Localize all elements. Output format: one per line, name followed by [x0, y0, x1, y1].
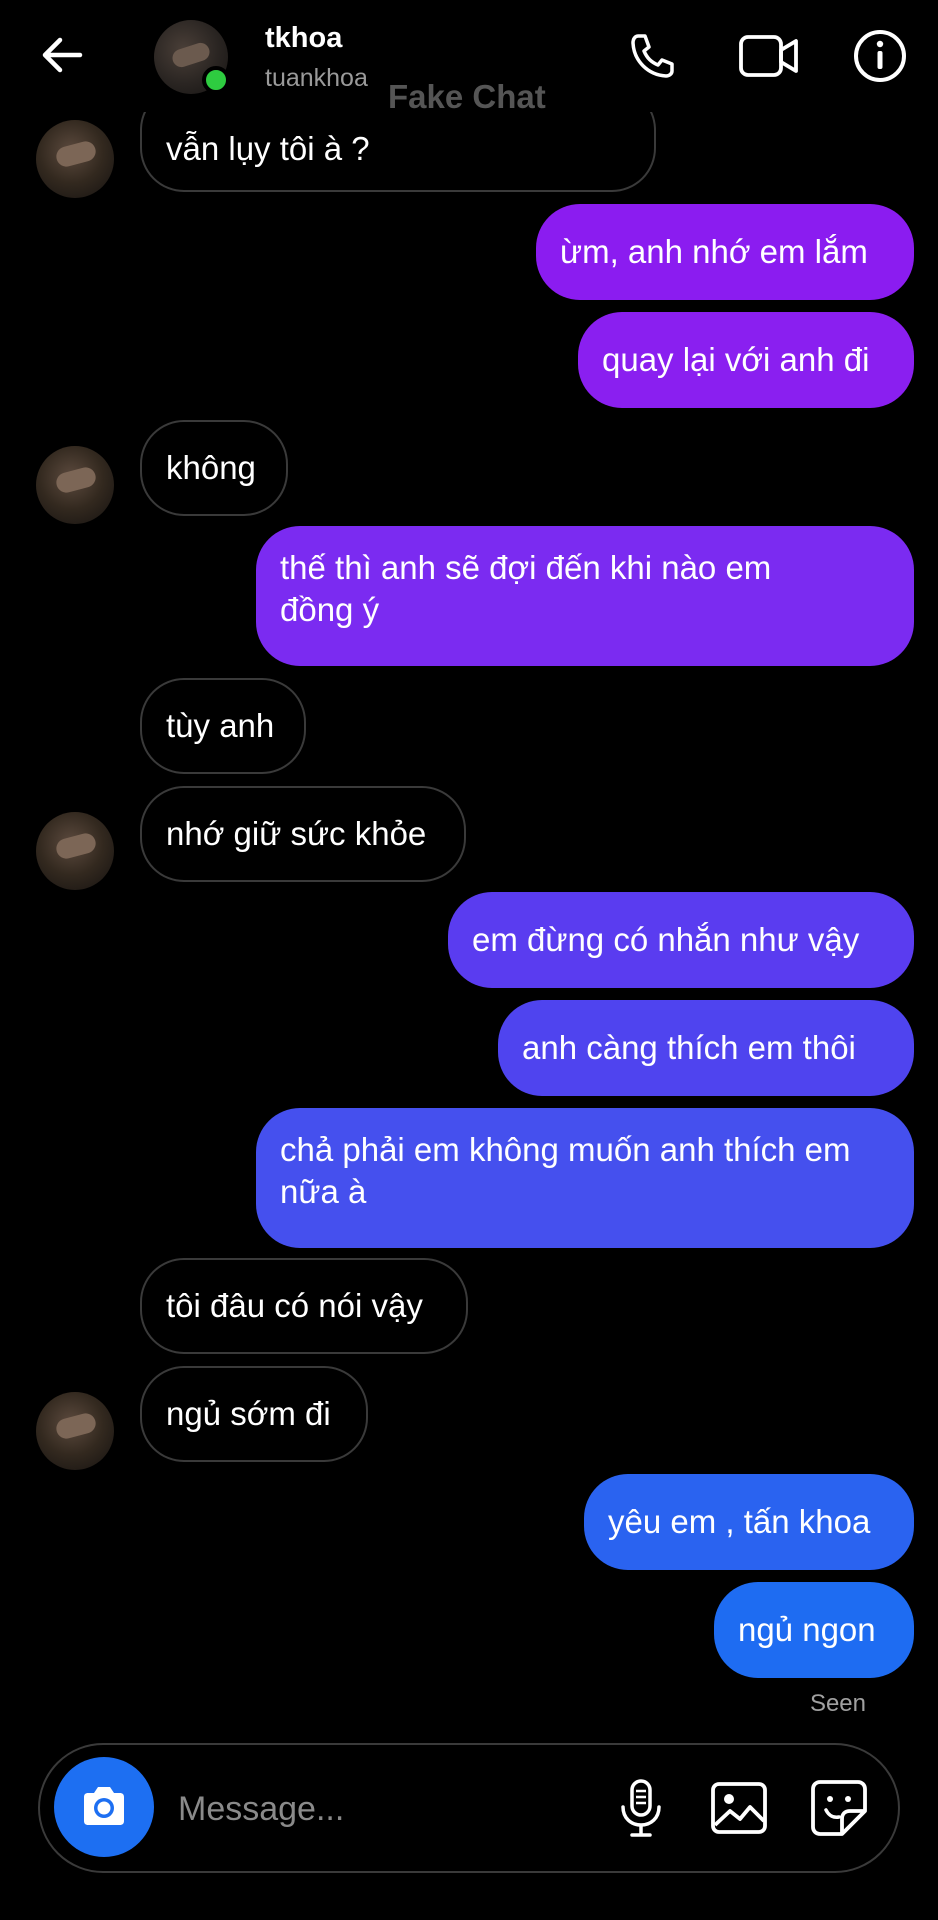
voice-message-button[interactable]: [610, 1777, 672, 1839]
message-bubble-incoming[interactable]: nhớ giữ sức khỏe: [140, 786, 466, 882]
message-text: ngủ ngon: [738, 1611, 876, 1648]
sender-avatar[interactable]: [36, 120, 114, 198]
message-text: anh càng thích em thôi: [522, 1029, 856, 1066]
message-text: thế thì anh sẽ đợi đến khi nào em đồng ý: [280, 549, 772, 628]
message-bubble-outgoing[interactable]: anh càng thích em thôi: [498, 1000, 914, 1096]
back-arrow-icon: [42, 37, 83, 73]
camera-button[interactable]: [54, 1757, 154, 1857]
watermark: Fake Chat: [388, 78, 546, 115]
message-bubble-outgoing[interactable]: ngủ ngon: [714, 1582, 914, 1678]
info-button[interactable]: [852, 28, 908, 84]
message-bubble-outgoing[interactable]: quay lại với anh đi: [578, 312, 914, 408]
message-text: không: [166, 449, 256, 486]
message-text: yêu em , tấn khoa: [608, 1503, 871, 1540]
message-bubble-incoming[interactable]: ngủ sớm đi: [140, 1366, 368, 1462]
message-text: nhớ giữ sức khỏe: [166, 815, 427, 852]
message-bubble-outgoing[interactable]: em đừng có nhắn như vậy: [448, 892, 914, 988]
sender-avatar[interactable]: [36, 812, 114, 890]
message-text: ừm, anh nhớ em lắm: [560, 233, 868, 270]
message-bubble-incoming[interactable]: tùy anh: [140, 678, 306, 774]
camera-icon: [84, 1787, 124, 1825]
message-input[interactable]: [176, 1781, 580, 1837]
message-text: chả phải em không muốn anh thích em nữa …: [280, 1131, 851, 1210]
message-text: tùy anh: [166, 707, 275, 744]
gallery-button[interactable]: [708, 1777, 770, 1839]
call-button[interactable]: [624, 28, 680, 84]
message-bubble-incoming[interactable]: tôi đâu có nói vậy: [140, 1258, 468, 1354]
message-text: tôi đâu có nói vậy: [166, 1287, 423, 1324]
contact-username: tuankhoa: [265, 64, 368, 92]
sticker-icon: [811, 1780, 867, 1836]
seen-indicator: Seen: [809, 1690, 866, 1717]
online-status-indicator: [202, 66, 230, 94]
message-text: vẫn lụy tôi à ?: [166, 130, 370, 167]
sender-avatar[interactable]: [36, 446, 114, 524]
phone-icon: [631, 34, 674, 78]
sticker-button[interactable]: [808, 1777, 870, 1839]
microphone-icon: [621, 1779, 661, 1837]
message-composer: [38, 1743, 900, 1873]
message-bubble-outgoing[interactable]: chả phải em không muốn anh thích em nữa …: [256, 1108, 914, 1248]
info-icon: [854, 30, 906, 82]
sender-avatar[interactable]: [36, 1392, 114, 1470]
back-button[interactable]: [36, 28, 90, 82]
message-bubble-incoming[interactable]: không: [140, 420, 288, 516]
video-icon: [739, 35, 798, 77]
message-text: quay lại với anh đi: [602, 341, 870, 378]
message-bubble-outgoing[interactable]: thế thì anh sẽ đợi đến khi nào em đồng ý: [256, 526, 914, 666]
image-icon: [711, 1782, 767, 1834]
message-text: ngủ sớm đi: [166, 1395, 331, 1432]
video-call-button[interactable]: [738, 28, 800, 84]
message-bubble-outgoing[interactable]: ừm, anh nhớ em lắm: [536, 204, 914, 300]
contact-name[interactable]: tkhoa: [265, 22, 342, 55]
message-bubble-outgoing[interactable]: yêu em , tấn khoa: [584, 1474, 914, 1570]
message-text: em đừng có nhắn như vậy: [472, 921, 860, 958]
